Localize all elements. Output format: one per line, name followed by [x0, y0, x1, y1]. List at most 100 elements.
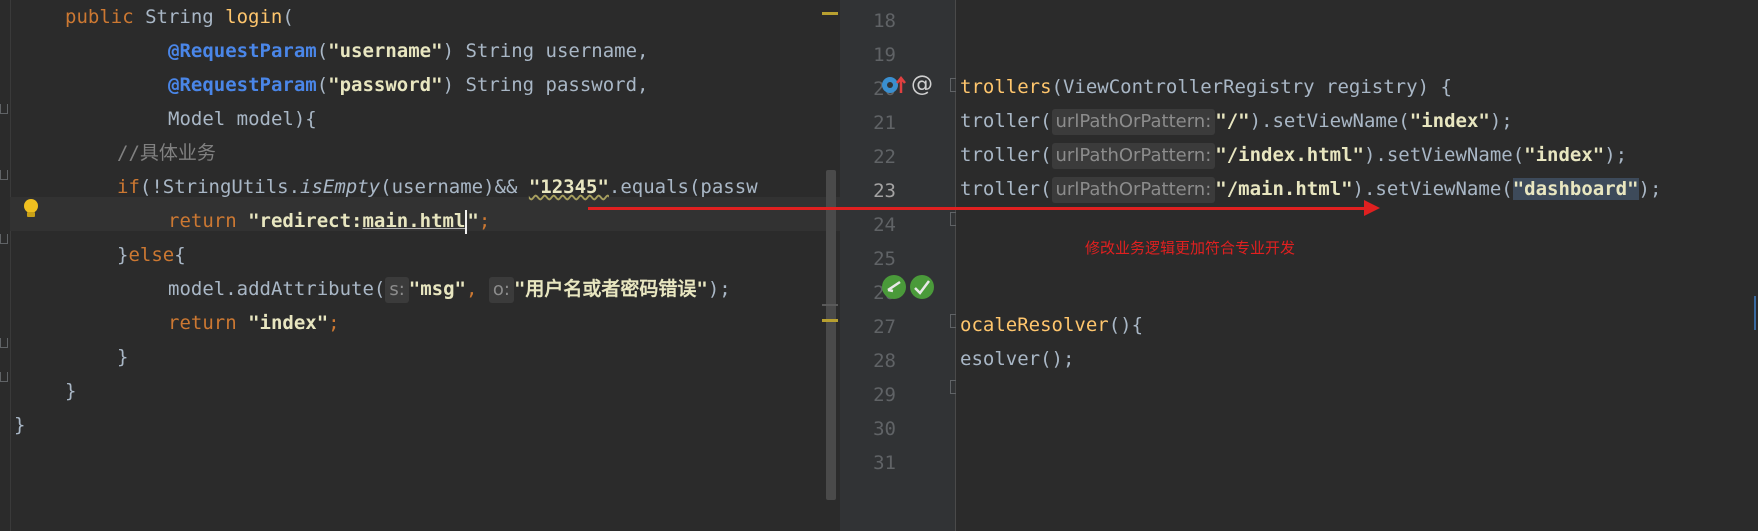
- svg-text:@: @: [911, 72, 933, 96]
- fold-marker[interactable]: [0, 104, 8, 114]
- code-token: );: [1489, 110, 1513, 132]
- code-line[interactable]: return "index";: [168, 306, 340, 340]
- code-line[interactable]: return "redirect:main.html ";: [168, 204, 490, 238]
- line-number: 29: [873, 384, 896, 406]
- code-line[interactable]: }: [65, 374, 76, 408]
- code-token: troller(: [960, 144, 1052, 166]
- code-token: else: [128, 244, 175, 266]
- line-number: 25: [873, 248, 896, 270]
- code-line[interactable]: model.addAttribute(s: "msg", o: "用户名或者密码错误…: [168, 272, 731, 306]
- code-token: (!StringUtils.: [139, 176, 301, 198]
- code-token: ,: [466, 278, 489, 300]
- code-line[interactable]: }else{: [117, 238, 186, 272]
- code-token: troller(: [960, 178, 1052, 200]
- code-token: @RequestParam: [168, 74, 317, 96]
- code-token: @RequestParam: [168, 40, 317, 62]
- code-line[interactable]: public String login(: [65, 0, 294, 34]
- code-token: ).setViewName(: [1249, 110, 1410, 132]
- code-token: Model model){: [168, 108, 317, 130]
- code-token: main.html: [362, 210, 466, 232]
- code-token: (username)&&: [380, 176, 529, 198]
- code-token: String: [145, 6, 226, 28]
- annotation-text: 修改业务逻辑更加符合专业开发: [1085, 239, 1296, 257]
- left-gutter: [0, 0, 11, 531]
- parameter-hint: urlPathOrPattern:: [1051, 108, 1216, 135]
- line-number: 31: [873, 452, 896, 474]
- fold-marker[interactable]: [0, 338, 8, 348]
- code-token: "/index.html": [1215, 144, 1364, 166]
- code-token: }: [14, 414, 26, 436]
- code-token: (: [282, 6, 294, 28]
- code-token: if: [117, 176, 140, 198]
- code-line[interactable]: }: [117, 340, 128, 374]
- parameter-hint: o:: [488, 276, 514, 303]
- line-number: 19: [873, 44, 896, 66]
- code-token: {: [174, 244, 186, 266]
- parameter-hint: urlPathOrPattern:: [1051, 142, 1216, 169]
- code-token: );: [1638, 178, 1662, 200]
- code-line[interactable]: ocaleResolver(){: [960, 308, 1143, 342]
- bean-navigate-icon[interactable]: [881, 274, 907, 300]
- code-token: public: [65, 6, 146, 28]
- code-token: }: [65, 380, 77, 402]
- code-line[interactable]: troller(urlPathOrPattern: "/main.html").s…: [960, 172, 1661, 206]
- code-line[interactable]: esolver();: [960, 342, 1074, 376]
- bean-check-icon[interactable]: [909, 274, 935, 300]
- code-token: (: [316, 74, 329, 96]
- code-line[interactable]: troller(urlPathOrPattern: "/index.html").…: [960, 138, 1627, 172]
- warning-stripe[interactable]: [822, 319, 838, 322]
- code-token: ;: [328, 312, 340, 334]
- code-token: "/main.html": [1215, 178, 1353, 200]
- at-sign-icon[interactable]: @: [909, 72, 933, 96]
- caret-stripe: [822, 304, 838, 306]
- lightbulb-icon[interactable]: [22, 198, 40, 220]
- annotation-arrow-line: [588, 207, 1368, 210]
- code-token: (ViewControllerRegistry registry) {: [1051, 76, 1452, 98]
- code-token: "redirect:: [248, 210, 363, 232]
- code-line[interactable]: if(!StringUtils.isEmpty(username)&& "123…: [117, 170, 758, 204]
- code-line[interactable]: trollers(ViewControllerRegistry registry…: [960, 70, 1452, 104]
- code-token: trollers: [960, 76, 1052, 98]
- line-number: 24: [873, 214, 896, 236]
- line-number: 28: [873, 350, 896, 372]
- code-token: "dashboard": [1512, 178, 1639, 200]
- line-number: 18: [873, 10, 896, 32]
- code-token: troller(: [960, 110, 1052, 132]
- right-edge-marker: [1754, 296, 1756, 330]
- code-token: login: [225, 6, 283, 28]
- fold-marker[interactable]: [0, 170, 8, 180]
- parameter-hint: s:: [385, 276, 409, 303]
- code-line[interactable]: //具体业务: [117, 136, 216, 170]
- fold-marker[interactable]: [0, 234, 8, 244]
- code-token: return: [168, 312, 249, 334]
- code-token: "msg": [408, 278, 466, 300]
- code-line[interactable]: @RequestParam("username") String usernam…: [168, 34, 648, 68]
- line-number: 21: [873, 112, 896, 134]
- code-line[interactable]: }: [14, 408, 25, 442]
- code-token: return: [168, 210, 249, 232]
- annotation-arrow-head: [1364, 200, 1380, 216]
- line-number: 22: [873, 146, 896, 168]
- fold-marker[interactable]: [0, 372, 8, 382]
- code-token: "index": [1524, 144, 1605, 166]
- code-line[interactable]: Model model){: [168, 102, 317, 136]
- right-editor-pane[interactable]: trollers(ViewControllerRegistry registry…: [956, 0, 1758, 531]
- warning-stripe[interactable]: [822, 12, 838, 15]
- code-line[interactable]: troller(urlPathOrPattern: "/").setViewNam…: [960, 104, 1513, 138]
- line-number: 27: [873, 316, 896, 338]
- code-token: "index": [248, 312, 329, 334]
- line-number: 30: [873, 418, 896, 440]
- code-token: ": [467, 210, 479, 232]
- code-token: }: [117, 244, 129, 266]
- code-line[interactable]: @RequestParam("password") String passwor…: [168, 68, 648, 102]
- vertical-scrollbar[interactable]: [826, 170, 836, 500]
- code-token: "12345": [528, 176, 609, 198]
- code-token: "password": [328, 74, 443, 96]
- code-token: );: [707, 278, 731, 300]
- code-token: model.addAttribute(: [168, 278, 386, 300]
- code-token: ).setViewName(: [1352, 178, 1513, 200]
- code-token: "index": [1409, 110, 1490, 132]
- override-icon[interactable]: [881, 74, 907, 96]
- code-token: ocaleResolver: [960, 314, 1109, 336]
- code-token: esolver();: [960, 348, 1075, 370]
